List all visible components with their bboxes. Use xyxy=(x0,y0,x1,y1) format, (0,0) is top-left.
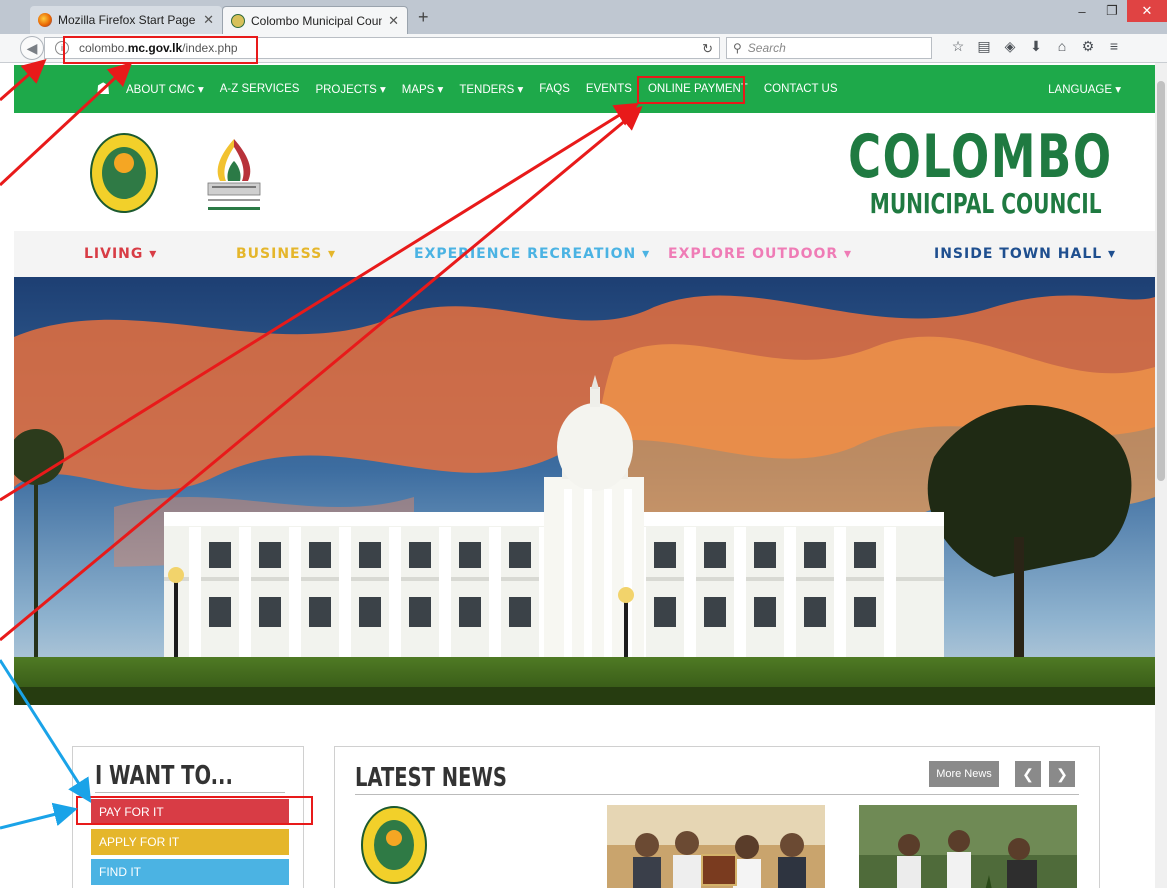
menu-icon[interactable]: ≡ xyxy=(1101,38,1127,55)
download-icon[interactable]: ⬇ xyxy=(1023,38,1049,55)
divider xyxy=(95,792,285,793)
pay-for-it-highlight-box xyxy=(76,796,313,825)
bookmark-star-icon[interactable]: ☆ xyxy=(945,38,971,55)
search-input[interactable]: ⚲ Search xyxy=(726,37,932,59)
back-arrow-icon[interactable]: ◀ xyxy=(20,36,44,60)
category-business[interactable]: BUSINESS ▾ xyxy=(236,246,336,262)
latest-news-panel: LATEST NEWS More News ❮ ❯ xyxy=(334,746,1100,888)
minimize-icon[interactable]: – xyxy=(1067,0,1097,22)
extension-icon[interactable]: ⚙ xyxy=(1075,38,1101,55)
tab-label: Mozilla Firefox Start Page xyxy=(58,13,196,27)
divider xyxy=(355,794,1079,795)
category-explore-outdoor[interactable]: EXPLORE OUTDOOR ▾ xyxy=(668,246,852,262)
scrollbar-thumb[interactable] xyxy=(1157,81,1165,481)
brand-line2: MUNICIPAL COUNCIL xyxy=(870,187,1102,220)
news-thumbnail-tree-planting[interactable] xyxy=(859,805,1077,888)
url-highlight-box xyxy=(63,36,258,64)
news-thumbnail-seal[interactable] xyxy=(359,805,429,888)
category-living[interactable]: LIVING ▾ xyxy=(84,246,157,262)
top-navigation: ☗ ABOUT CMC ▾ A-Z SERVICES PROJECTS ▾ MA… xyxy=(14,65,1155,113)
i-want-to-title: I WANT TO... xyxy=(95,761,233,791)
maximize-icon[interactable]: ❐ xyxy=(1097,0,1127,22)
nav-maps[interactable]: MAPS ▾ xyxy=(402,82,444,96)
tab-label: Colombo Municipal Coun... xyxy=(251,13,383,28)
language-dropdown[interactable]: LANGUAGE ▾ xyxy=(1048,82,1121,96)
anniversary-logo xyxy=(207,139,261,210)
browser-tab-bar: Mozilla Firefox Start Page ✕ Colombo Mun… xyxy=(0,0,1167,34)
search-placeholder: Search xyxy=(747,41,786,55)
nav-tenders[interactable]: TENDERS ▾ xyxy=(459,82,523,96)
news-prev-button[interactable]: ❮ xyxy=(1015,761,1041,787)
brand-wordmark: COLOMBO MUNICIPAL COUNCIL xyxy=(760,125,1113,219)
page-scrollbar[interactable] xyxy=(1155,63,1167,888)
close-icon[interactable]: ✕ xyxy=(203,12,214,28)
category-inside-town-hall[interactable]: INSIDE TOWN HALL ▾ xyxy=(934,246,1116,262)
latest-news-title: LATEST NEWS xyxy=(355,763,507,793)
home-icon[interactable]: ☗ xyxy=(96,79,126,99)
find-it-button[interactable]: FIND IT xyxy=(91,859,289,885)
toolbar-icons: ☆ ▤ ◈ ⬇ ⌂ ⚙ ≡ xyxy=(945,38,1127,55)
tab-firefox-start[interactable]: Mozilla Firefox Start Page ✕ xyxy=(30,6,222,34)
site-header: COLOMBO MUNICIPAL COUNCIL xyxy=(14,113,1155,233)
search-icon: ⚲ xyxy=(733,41,742,55)
reload-icon[interactable]: ↻ xyxy=(702,41,713,57)
tab-colombo[interactable]: Colombo Municipal Coun... ✕ xyxy=(222,6,408,34)
online-payment-highlight-box xyxy=(637,76,745,104)
new-tab-icon[interactable]: + xyxy=(418,7,429,28)
nav-events[interactable]: EVENTS xyxy=(586,83,632,95)
nav-az-services[interactable]: A-Z SERVICES xyxy=(220,83,300,95)
news-next-button[interactable]: ❯ xyxy=(1049,761,1075,787)
category-experience-recreation[interactable]: EXPERIENCE RECREATION ▾ xyxy=(414,246,650,262)
nav-contact-us[interactable]: CONTACT US xyxy=(764,83,838,95)
news-thumbnail-ceremony[interactable] xyxy=(607,805,825,888)
window-close-icon[interactable]: ✕ xyxy=(1127,0,1167,22)
firefox-icon xyxy=(38,13,52,27)
home-icon[interactable]: ⌂ xyxy=(1049,38,1075,55)
hero-town-hall-image xyxy=(14,277,1155,705)
apply-for-it-button[interactable]: APPLY FOR IT xyxy=(91,829,289,855)
window-controls: – ❐ ✕ xyxy=(1067,0,1167,22)
more-news-button[interactable]: More News xyxy=(929,761,999,787)
municipal-seal-logo[interactable] xyxy=(90,133,158,213)
web-page: ☗ ABOUT CMC ▾ A-Z SERVICES PROJECTS ▾ MA… xyxy=(14,63,1155,888)
site-favicon-icon xyxy=(231,13,245,28)
reading-list-icon[interactable]: ▤ xyxy=(971,38,997,55)
nav-about-cmc[interactable]: ABOUT CMC ▾ xyxy=(126,82,204,96)
nav-projects[interactable]: PROJECTS ▾ xyxy=(315,82,385,96)
brand-line1: COLOMBO xyxy=(848,122,1113,192)
category-navigation: LIVING ▾ BUSINESS ▾ EXPERIENCE RECREATIO… xyxy=(14,231,1155,278)
pocket-icon[interactable]: ◈ xyxy=(997,38,1023,55)
close-icon[interactable]: ✕ xyxy=(388,13,399,29)
nav-faqs[interactable]: FAQS xyxy=(539,83,570,95)
